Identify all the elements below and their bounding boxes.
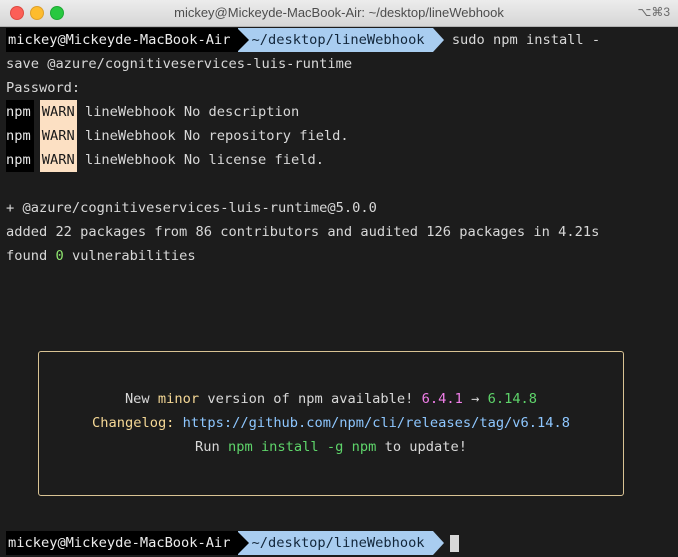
installed-package-line: + @azure/cognitiveservices-luis-runtime@… bbox=[6, 200, 377, 216]
prompt-separator-icon bbox=[236, 531, 249, 555]
warn-badge: WARN bbox=[39, 148, 77, 172]
warning-line: npm WARN lineWebhook No description bbox=[6, 100, 678, 124]
prompt-path: ~/desktop/lineWebhook bbox=[251, 32, 425, 48]
prompt-line: mickey@Mickeyde-MacBook-Air ~/desktop/lin… bbox=[6, 531, 678, 555]
changelog-label: Changelog: bbox=[92, 415, 175, 431]
update-notice-box: New minor version of npm available! 6.4.… bbox=[38, 351, 624, 496]
warning-line: npm WARN lineWebhook No repository field. bbox=[6, 124, 678, 148]
version-arrow-icon: → bbox=[471, 391, 480, 407]
npm-prefix: npm bbox=[6, 100, 34, 124]
run-update-line: Run npm install -g npm to update! bbox=[39, 435, 623, 459]
warning-message: lineWebhook No description bbox=[84, 104, 300, 120]
vulnerability-count: 0 bbox=[55, 248, 64, 264]
prompt-user: mickey@Mickeyde-MacBook-Air bbox=[6, 531, 238, 555]
warning-message: lineWebhook No license field. bbox=[84, 152, 324, 168]
vulnerability-label: vulnerabilities bbox=[71, 248, 196, 264]
warn-badge: WARN bbox=[39, 100, 77, 124]
window-title: mickey@Mickeyde-MacBook-Air: ~/desktop/l… bbox=[174, 5, 504, 20]
vulnerability-line: found 0 vulnerabilities bbox=[6, 244, 678, 268]
prompt-path-segment: ~/desktop/lineWebhook bbox=[236, 531, 433, 555]
prompt-end-arrow-icon bbox=[432, 28, 444, 52]
to-update-label: to update! bbox=[384, 439, 467, 455]
current-version: 6.4.1 bbox=[421, 391, 463, 407]
terminal-output[interactable]: mickey@Mickeyde-MacBook-Air ~/desktop/lin… bbox=[6, 28, 678, 268]
notice-text: version of npm available! bbox=[207, 391, 414, 407]
prompt-path: ~/desktop/lineWebhook bbox=[251, 535, 425, 551]
command-text: sudo npm install - bbox=[451, 32, 601, 48]
found-label: found bbox=[6, 248, 48, 264]
notice-new: New bbox=[124, 391, 150, 407]
notice-minor: minor bbox=[157, 391, 200, 407]
prompt-separator-icon bbox=[236, 28, 249, 52]
terminal-window: mickey@Mickeyde-MacBook-Air: ~/desktop/l… bbox=[0, 0, 678, 557]
command-line: mickey@Mickeyde-MacBook-Air ~/desktop/lin… bbox=[6, 28, 678, 52]
warning-message: lineWebhook No repository field. bbox=[84, 128, 349, 144]
prompt-end-arrow-icon bbox=[432, 531, 444, 555]
npm-prefix: npm bbox=[6, 148, 34, 172]
warn-badge: WARN bbox=[39, 124, 77, 148]
changelog-line: Changelog: https://github.com/npm/cli/re… bbox=[39, 411, 623, 435]
text-cursor bbox=[449, 534, 459, 552]
window-shortcut: ⌥⌘3 bbox=[637, 5, 670, 19]
npm-prefix: npm bbox=[6, 124, 34, 148]
latest-version: 6.14.8 bbox=[487, 391, 538, 407]
current-prompt[interactable]: mickey@Mickeyde-MacBook-Air ~/desktop/lin… bbox=[6, 531, 678, 555]
changelog-link[interactable]: https://github.com/npm/cli/releases/tag/… bbox=[183, 415, 570, 431]
command-continuation: save @azure/cognitiveservices-luis-runti… bbox=[6, 56, 353, 72]
prompt-user: mickey@Mickeyde-MacBook-Air bbox=[6, 28, 238, 52]
prompt-path-segment: ~/desktop/lineWebhook bbox=[236, 28, 433, 52]
warning-line: npm WARN lineWebhook No license field. bbox=[6, 148, 678, 172]
install-summary: added 22 packages from 86 contributors a… bbox=[6, 224, 600, 240]
update-available-line: New minor version of npm available! 6.4.… bbox=[39, 387, 623, 411]
run-label: Run bbox=[195, 439, 220, 455]
password-prompt: Password: bbox=[6, 80, 81, 96]
update-command: npm install -g npm bbox=[227, 439, 377, 455]
title-bar[interactable]: mickey@Mickeyde-MacBook-Air: ~/desktop/l… bbox=[0, 0, 678, 27]
